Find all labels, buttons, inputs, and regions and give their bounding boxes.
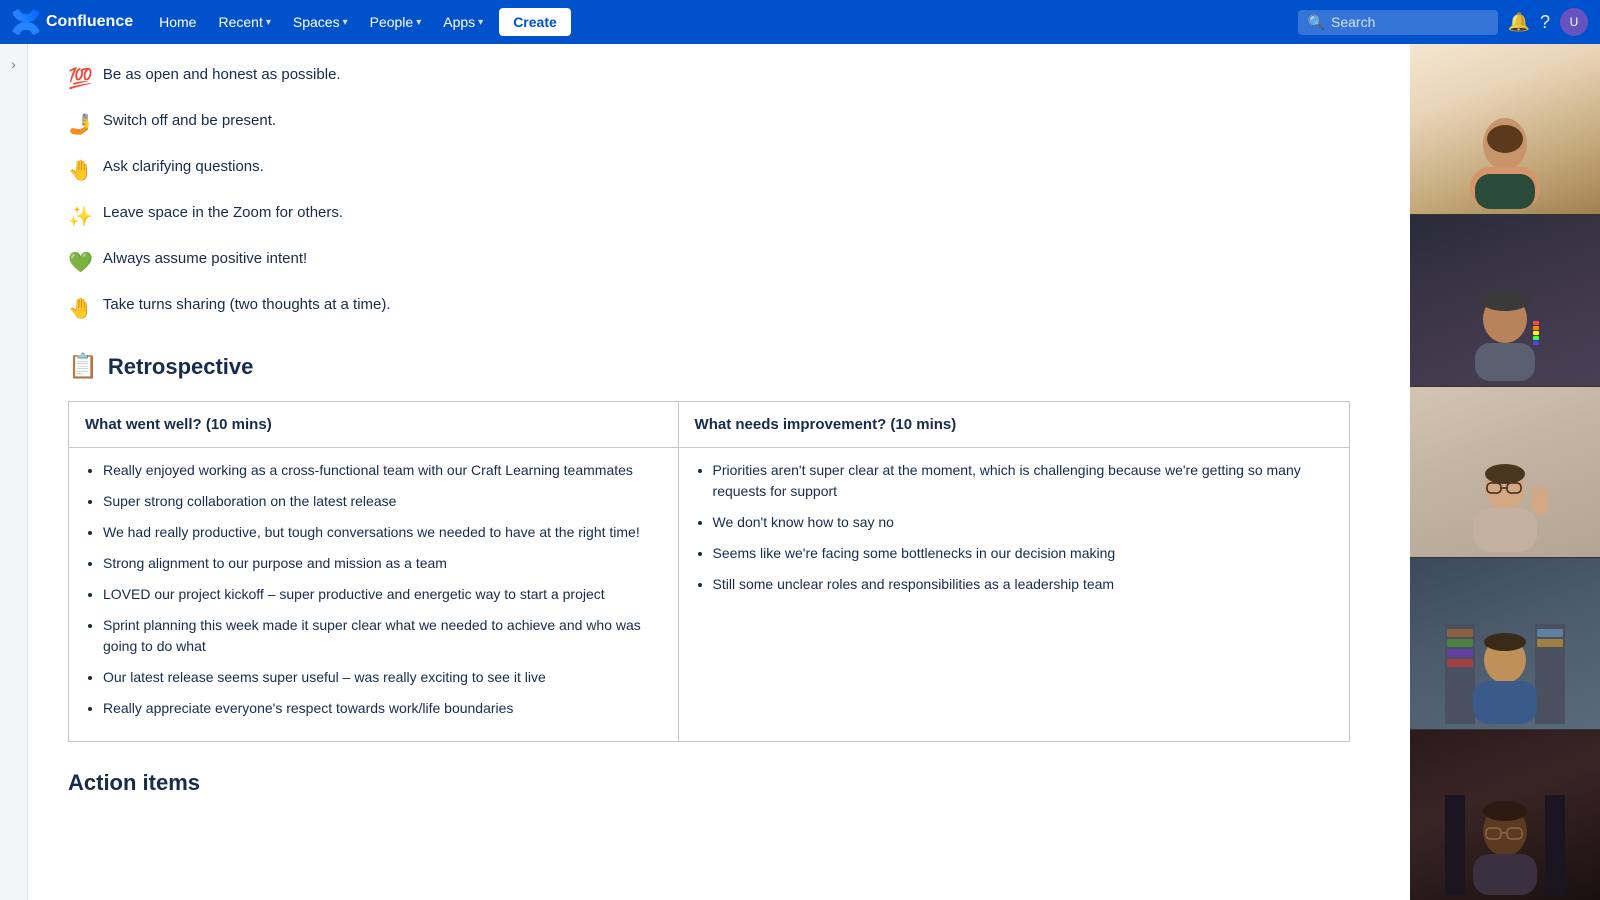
rule-text: Always assume positive intent! bbox=[103, 248, 307, 271]
video-bg-2 bbox=[1410, 215, 1600, 385]
video-panel bbox=[1410, 44, 1600, 900]
needs-improvement-item: Still some unclear roles and responsibil… bbox=[713, 574, 1333, 595]
table-row: Really enjoyed working as a cross-functi… bbox=[69, 448, 1350, 742]
rule-item: 💯 Be as open and honest as possible. bbox=[68, 64, 1350, 94]
went-well-item: Really enjoyed working as a cross-functi… bbox=[103, 460, 662, 481]
person-svg-3 bbox=[1445, 452, 1565, 552]
rule-text: Take turns sharing (two thoughts at a ti… bbox=[103, 294, 391, 317]
action-items-heading: Action items bbox=[68, 770, 1350, 796]
needs-improvement-item: We don't know how to say no bbox=[713, 512, 1333, 533]
logo[interactable]: Confluence bbox=[12, 8, 133, 36]
rule-item: ✨ Leave space in the Zoom for others. bbox=[68, 202, 1350, 232]
spaces-chevron-icon: ▾ bbox=[343, 17, 348, 28]
video-tile-2 bbox=[1410, 215, 1600, 386]
notifications-icon[interactable]: 🔔 bbox=[1508, 12, 1530, 33]
person-svg-2 bbox=[1445, 281, 1565, 381]
person-svg-1 bbox=[1445, 109, 1565, 209]
nav-items: Home Recent ▾ Spaces ▾ People ▾ Apps ▾ C… bbox=[149, 8, 571, 36]
rule-emoji: 🤳 bbox=[68, 110, 93, 140]
video-bg-4 bbox=[1410, 558, 1600, 728]
went-well-item: Strong alignment to our purpose and miss… bbox=[103, 553, 662, 574]
video-bg-3 bbox=[1410, 387, 1600, 557]
rules-list: 💯 Be as open and honest as possible. 🤳 Swit… bbox=[68, 64, 1350, 324]
went-well-item: LOVED our project kickoff – super produc… bbox=[103, 584, 662, 605]
needs-improvement-heading: What needs improvement? (10 mins) bbox=[678, 402, 1349, 448]
needs-improvement-cell: Priorities aren't super clear at the mom… bbox=[678, 448, 1349, 742]
video-tile-3 bbox=[1410, 387, 1600, 558]
search-box[interactable]: 🔍 Search bbox=[1298, 10, 1498, 35]
needs-improvement-item: Priorities aren't super clear at the mom… bbox=[713, 460, 1333, 502]
retrospective-table: What went well? (10 mins) What needs imp… bbox=[68, 401, 1350, 742]
rule-text: Be as open and honest as possible. bbox=[103, 64, 341, 87]
navbar: Confluence Home Recent ▾ Spaces ▾ People… bbox=[0, 0, 1600, 44]
went-well-heading: What went well? (10 mins) bbox=[69, 402, 679, 448]
video-tile-1 bbox=[1410, 44, 1600, 215]
nav-recent[interactable]: Recent ▾ bbox=[208, 8, 280, 36]
went-well-item: Our latest release seems super useful – … bbox=[103, 667, 662, 688]
video-tile-5 bbox=[1410, 730, 1600, 900]
rule-emoji: 💯 bbox=[68, 64, 93, 94]
rule-item: 🤳 Switch off and be present. bbox=[68, 110, 1350, 140]
video-bg-1 bbox=[1410, 44, 1600, 214]
nav-spaces[interactable]: Spaces ▾ bbox=[283, 8, 358, 36]
content-area: 💯 Be as open and honest as possible. 🤳 Swit… bbox=[28, 44, 1410, 900]
rule-item: 💚 Always assume positive intent! bbox=[68, 248, 1350, 278]
rule-emoji: 💚 bbox=[68, 248, 93, 278]
retrospective-heading: 📋 Retrospective bbox=[68, 352, 1350, 381]
retrospective-emoji: 📋 bbox=[68, 352, 98, 381]
person-svg-5 bbox=[1445, 795, 1565, 895]
confluence-logo-icon bbox=[12, 8, 40, 36]
logo-text: Confluence bbox=[46, 13, 133, 31]
recent-chevron-icon: ▾ bbox=[266, 17, 271, 28]
people-chevron-icon: ▾ bbox=[416, 17, 421, 28]
help-icon[interactable]: ? bbox=[1540, 12, 1550, 33]
nav-apps[interactable]: Apps ▾ bbox=[433, 8, 493, 36]
rule-text: Leave space in the Zoom for others. bbox=[103, 202, 343, 225]
video-tile-4 bbox=[1410, 558, 1600, 729]
rule-emoji: 🤚 bbox=[68, 294, 93, 324]
search-placeholder: Search bbox=[1331, 14, 1375, 30]
rule-item: 🤚 Ask clarifying questions. bbox=[68, 156, 1350, 186]
rule-text: Ask clarifying questions. bbox=[103, 156, 264, 179]
create-button[interactable]: Create bbox=[499, 8, 571, 36]
rule-item: 🤚 Take turns sharing (two thoughts at a t… bbox=[68, 294, 1350, 324]
rule-emoji: ✨ bbox=[68, 202, 93, 232]
went-well-item: Super strong collaboration on the latest… bbox=[103, 491, 662, 512]
retrospective-title: Retrospective bbox=[108, 354, 254, 380]
user-avatar[interactable]: U bbox=[1560, 8, 1588, 36]
toggle-icon: › bbox=[11, 56, 16, 72]
rule-text: Switch off and be present. bbox=[103, 110, 276, 133]
went-well-item: Sprint planning this week made it super … bbox=[103, 615, 662, 657]
went-well-item: We had really productive, but tough conv… bbox=[103, 522, 662, 543]
search-icon: 🔍 bbox=[1308, 14, 1325, 31]
video-bg-5 bbox=[1410, 730, 1600, 900]
apps-chevron-icon: ▾ bbox=[478, 17, 483, 28]
nav-home[interactable]: Home bbox=[149, 8, 206, 36]
went-well-cell: Really enjoyed working as a cross-functi… bbox=[69, 448, 679, 742]
needs-improvement-item: Seems like we're facing some bottlenecks… bbox=[713, 543, 1333, 564]
rule-emoji: 🤚 bbox=[68, 156, 93, 186]
nav-people[interactable]: People ▾ bbox=[360, 8, 432, 36]
person-svg-4 bbox=[1445, 624, 1565, 724]
sidebar-toggle[interactable]: › bbox=[0, 44, 28, 900]
main-container: › 💯 Be as open and honest as possible. 🤳 Sw… bbox=[0, 44, 1600, 900]
nav-right: 🔍 Search 🔔 ? U bbox=[1298, 8, 1588, 36]
went-well-item: Really appreciate everyone's respect tow… bbox=[103, 698, 662, 719]
